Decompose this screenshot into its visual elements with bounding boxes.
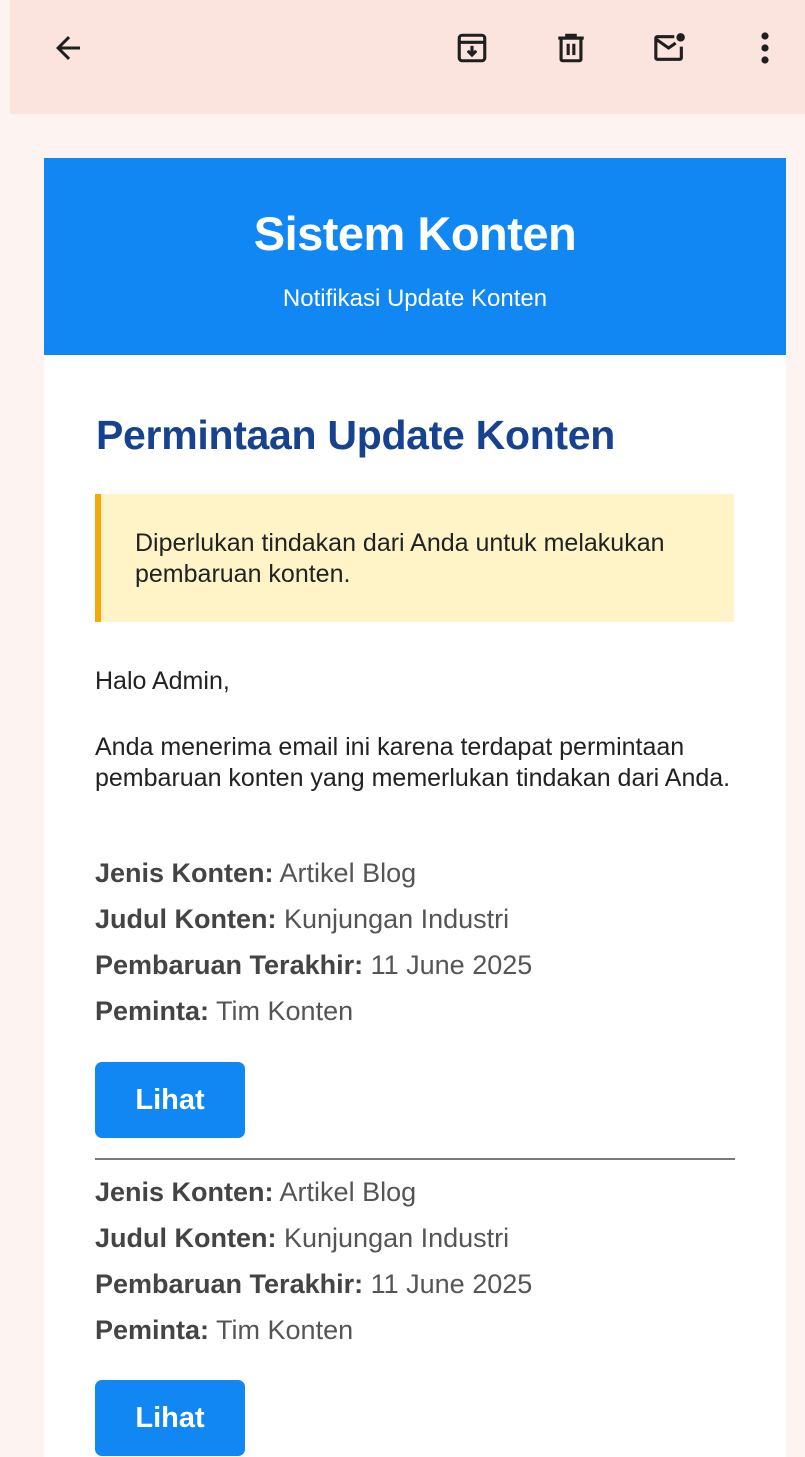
toolbar <box>10 0 805 114</box>
detail-value: Artikel Blog <box>279 858 417 888</box>
detail-pembaruan-terakhir: Pembaruan Terakhir: 11 June 2025 <box>95 1269 532 1300</box>
detail-label: Peminta: <box>95 996 210 1026</box>
email-body: Sistem Konten Notifikasi Update Konten P… <box>44 158 786 1457</box>
lihat-button[interactable]: Lihat <box>95 1380 245 1456</box>
detail-label: Peminta: <box>95 1315 210 1345</box>
archive-icon[interactable] <box>446 22 498 74</box>
body-paragraph: Anda menerima email ini karena terdapat … <box>95 733 731 792</box>
detail-value: 11 June 2025 <box>370 950 533 980</box>
detail-label: Jenis Konten: <box>95 1177 274 1207</box>
mark-unread-icon[interactable] <box>644 22 696 74</box>
detail-jenis-konten: Jenis Konten: Artikel Blog <box>95 1177 416 1208</box>
detail-label: Judul Konten: <box>95 904 277 934</box>
detail-peminta: Peminta: Tim Konten <box>95 996 353 1027</box>
banner-title: Sistem Konten <box>253 207 577 260</box>
divider <box>95 1158 735 1160</box>
detail-label: Pembaruan Terakhir: <box>95 950 364 980</box>
detail-pembaruan-terakhir: Pembaruan Terakhir: 11 June 2025 <box>95 950 532 981</box>
alert-text: Diperlukan tindakan dari Anda untuk mela… <box>135 529 665 588</box>
alert-box: Diperlukan tindakan dari Anda untuk mela… <box>95 494 734 622</box>
detail-judul-konten: Judul Konten: Kunjungan Industri <box>95 904 509 935</box>
detail-value: Kunjungan Industri <box>284 1223 510 1253</box>
lihat-button[interactable]: Lihat <box>95 1062 245 1138</box>
detail-value: Kunjungan Industri <box>284 904 510 934</box>
back-arrow-icon[interactable] <box>42 22 94 74</box>
detail-label: Jenis Konten: <box>95 858 274 888</box>
banner-subtitle: Notifikasi Update Konten <box>282 285 548 312</box>
detail-peminta: Peminta: Tim Konten <box>95 1315 353 1346</box>
detail-value: Tim Konten <box>216 1315 354 1345</box>
detail-jenis-konten: Jenis Konten: Artikel Blog <box>95 858 416 889</box>
email-heading: Permintaan Update Konten <box>96 412 616 458</box>
detail-value: Tim Konten <box>216 996 354 1026</box>
email-banner: Sistem Konten Notifikasi Update Konten <box>44 158 786 355</box>
detail-label: Judul Konten: <box>95 1223 277 1253</box>
detail-value: 11 June 2025 <box>370 1269 533 1299</box>
detail-judul-konten: Judul Konten: Kunjungan Industri <box>95 1223 509 1254</box>
delete-icon[interactable] <box>545 22 597 74</box>
detail-label: Pembaruan Terakhir: <box>95 1269 364 1299</box>
greeting-text: Halo Admin, <box>95 667 230 695</box>
more-vert-icon[interactable] <box>739 22 791 74</box>
detail-value: Artikel Blog <box>279 1177 417 1207</box>
